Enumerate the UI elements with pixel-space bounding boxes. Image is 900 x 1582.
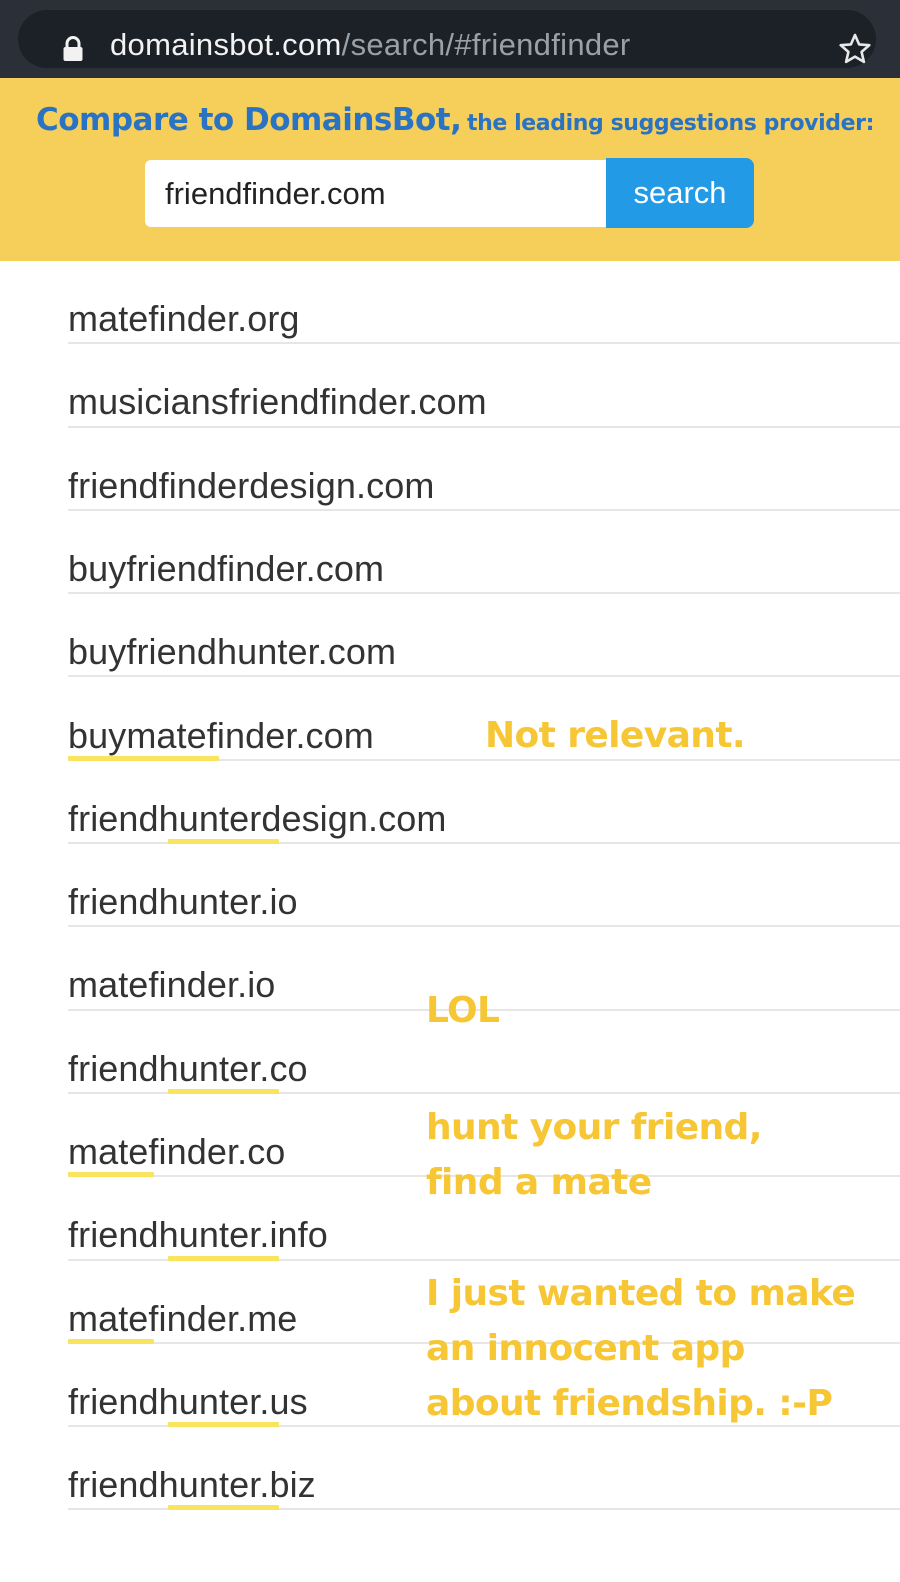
banner-heading-main: Compare to DomainsBot, [36,102,462,138]
list-item[interactable]: friendhunter.io [68,844,900,928]
list-item[interactable]: buymatefinder.com [68,678,900,761]
domain-label[interactable]: matefinder.co [68,1131,285,1173]
domain-label[interactable]: friendhunter.info [68,1214,328,1256]
domain-label[interactable]: friendhunterdesign.com [68,798,446,840]
domain-label[interactable]: buymatefinder.com [68,715,374,757]
highlight-underline [68,1172,154,1177]
list-item[interactable]: matefinder.org [68,261,900,345]
annotation-line: about friendship. :-P [426,1383,833,1424]
search-button[interactable]: search [606,158,754,228]
domain-label[interactable]: friendhunter.io [68,881,298,923]
url-host: domainsbot.com [110,27,342,62]
domain-label[interactable]: friendhunter.co [68,1048,308,1090]
highlight-underline [68,1339,154,1344]
highlight-underline [168,1505,279,1510]
annotation-not-relevant: Not relevant. [485,715,746,756]
highlight-underline [168,1089,279,1094]
annotation-line: find a mate [426,1162,652,1203]
domain-label[interactable]: buyfriendfinder.com [68,548,384,590]
annotation-innocent-app: I just wanted to make an innocent app ab… [426,1266,856,1431]
list-item[interactable]: buyfriendhunter.com [68,594,900,678]
highlight-underline [168,1256,279,1261]
domain-label[interactable]: friendhunter.biz [68,1464,316,1506]
search-input[interactable] [145,160,606,227]
domain-label[interactable]: matefinder.io [68,964,275,1006]
highlight-underline [68,756,219,761]
highlight-underline [168,1422,279,1427]
lock-icon [63,36,83,61]
domain-label[interactable]: buyfriendhunter.com [68,631,396,673]
domain-label[interactable]: friendfinderdesign.com [68,465,434,507]
list-item[interactable]: friendfinderdesign.com [68,428,900,511]
banner-heading-sub: the leading suggestions provider: [466,111,874,136]
annotation-line: hunt your friend, [426,1107,762,1148]
star-icon[interactable] [838,32,872,66]
list-item[interactable]: musiciansfriendfinder.com [68,344,900,428]
annotation-line: I just wanted to make [426,1273,856,1314]
annotation-hunt-friend: hunt your friend, find a mate [426,1100,762,1210]
domain-label[interactable]: friendhunter.us [68,1381,308,1423]
browser-address-bar: domainsbot.com/search/#friendfinder [0,0,900,78]
list-item[interactable]: buyfriendfinder.com [68,511,900,595]
url-text[interactable]: domainsbot.com/search/#friendfinder [110,27,631,63]
url-path: /search/#friendfinder [341,27,631,62]
list-item[interactable]: friendhunterdesign.com [68,761,900,845]
url-field[interactable]: domainsbot.com/search/#friendfinder [18,10,876,68]
annotation-line: an innocent app [426,1328,745,1369]
highlight-underline [168,839,279,844]
domain-label[interactable]: matefinder.me [68,1298,297,1340]
domain-label[interactable]: matefinder.org [68,298,300,340]
list-item[interactable]: friendhunter.biz [68,1427,900,1511]
compare-banner: Compare to DomainsBot, the leading sugge… [0,78,900,261]
banner-heading: Compare to DomainsBot, the leading sugge… [36,102,874,138]
annotation-lol: LOL [426,990,500,1031]
domain-label[interactable]: musiciansfriendfinder.com [68,381,487,423]
